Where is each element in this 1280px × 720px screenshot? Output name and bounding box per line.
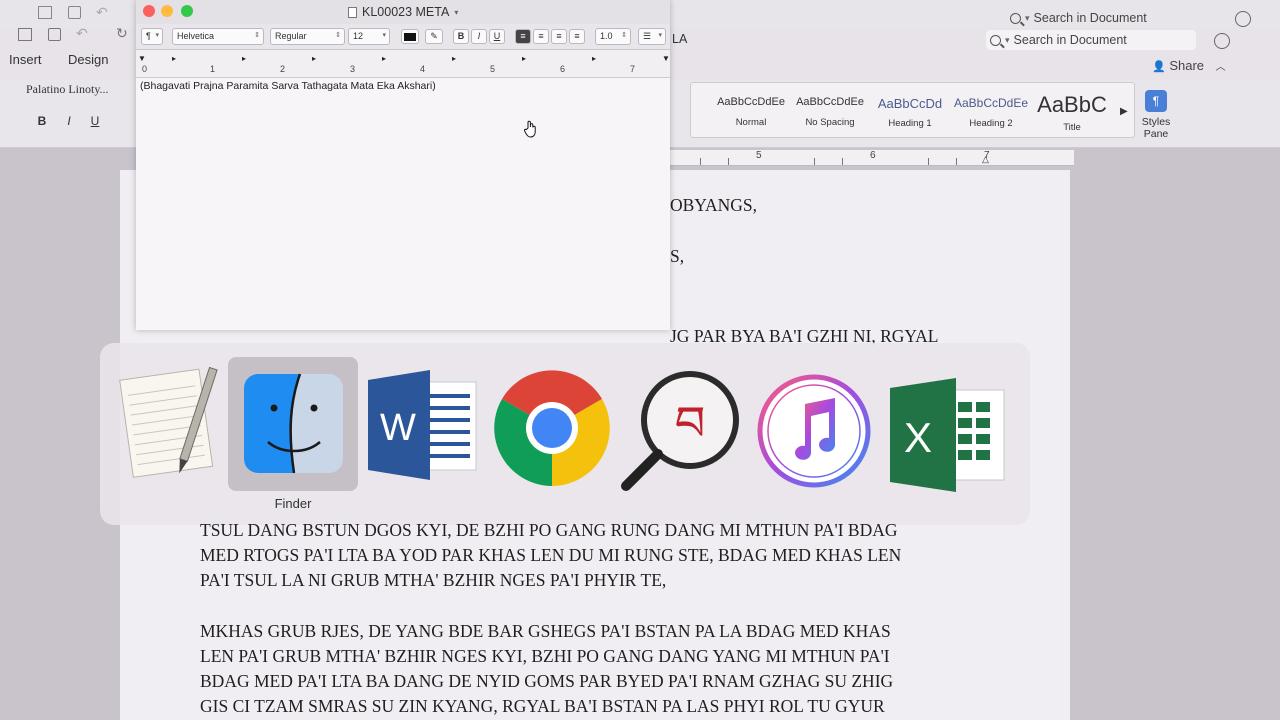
hand-cursor-icon [524,120,536,138]
svg-text:བ: བ [675,396,706,452]
close-button[interactable] [143,5,155,17]
word-icon[interactable]: W [366,370,478,480]
save-icon-2[interactable] [48,28,61,41]
style-heading-2[interactable]: AaBbCcDdEe Heading 2 [951,90,1031,138]
right-margin-marker[interactable]: ▼ [662,54,670,63]
chevron-down-icon-3: ▾ [658,32,662,39]
textedit-window[interactable]: KL00023 META ▾ ¶ ▾ Helvetica ⇕ Regular ⇕… [136,0,670,330]
styles-pane-icon: ¶ [1145,90,1167,112]
textedit-format-bar: ¶ ▾ Helvetica ⇕ Regular ⇕ 12 ▾ ✎ B I U ≡… [136,24,670,50]
word-ruler[interactable]: 5 6 7 △ [670,150,1074,166]
title-chevron-icon[interactable]: ▾ [454,8,458,17]
tab-insert[interactable]: Insert [9,52,42,67]
highlight-color-button[interactable]: ✎ [425,29,443,44]
selected-app-label: Finder [274,496,312,511]
svg-text:W: W [380,407,416,449]
text-color-button[interactable] [401,29,419,44]
doc-fragment-1: OBYANGS, [670,195,758,215]
updown-icon-2: ⇕ [335,32,341,39]
share-person-icon: 👤 [1152,61,1166,73]
list-select[interactable]: ☰ ▾ [638,28,666,45]
share-button[interactable]: 👤 Share ︿ [1152,58,1226,73]
list-icon: ☰ [643,31,652,41]
finder-icon[interactable] [242,372,345,475]
undo-icon[interactable]: ↶ [96,4,108,21]
align-left-button[interactable]: ≡ [515,29,531,44]
doc-line: LEN PA'I GRUB MTHA' BZHIR NGES KYI, BZHI… [200,646,890,666]
italic-button-te[interactable]: I [471,29,487,44]
styles-next-arrow-icon[interactable]: ▶ [1120,106,1128,117]
justify-button[interactable]: ≡ [569,29,585,44]
doc-line: MED RTOGS PA'I LTA BA YOD PAR KHAS LEN D… [200,545,902,565]
sidebar-toggle-icon[interactable] [38,6,52,19]
paragraph-style-select[interactable]: ¶ ▾ [141,28,163,45]
textedit-ruler[interactable]: ▼ ▼ 0 1 2 3 4 5 6 7 ▸ ▸ ▸ ▸ ▸ ▸ ▸ [136,50,670,78]
style-heading-1[interactable]: AaBbCcDd Heading 1 [870,90,950,138]
line-spacing-select[interactable]: 1.0 ⇕ [595,28,631,45]
save-icon[interactable] [68,6,81,19]
doc-line: MKHAS GRUB RJES, DE YANG BDE BAR GSHEGS … [200,621,891,641]
feedback-smiley-icon-2[interactable] [1214,33,1230,49]
font-size-select[interactable]: 12 ▾ [348,28,390,45]
textedit-body[interactable]: (Bhagavati Prajna Paramita Sarva Tathaga… [140,80,436,92]
excel-icon[interactable]: X [888,378,1006,492]
right-indent-marker[interactable]: △ [982,154,989,165]
feedback-smiley-icon[interactable] [1235,11,1251,27]
layout-icon[interactable] [18,28,32,41]
bold-button[interactable]: B [34,114,50,128]
align-right-button[interactable]: ≡ [551,29,567,44]
doc-line: PA'I TSUL LA NI GRUB MTHA' BZHIR NGES PA… [200,570,667,590]
bold-button-te[interactable]: B [453,29,469,44]
search-input-top[interactable]: ▾ Search in Document [1010,8,1147,28]
document-icon [348,6,357,18]
updown-icon-3: ⇕ [621,32,627,39]
chevron-down-icon: ▾ [155,32,159,39]
left-margin-marker[interactable]: ▼ [138,54,146,63]
zoom-button[interactable] [181,5,193,17]
tab-fragment[interactable]: LA [672,32,687,46]
textedit-icon[interactable] [116,362,220,482]
doc-line: TSUL DANG BSTUN DGOS KYI, DE BZHI PO GAN… [200,520,898,540]
styles-pane-button[interactable]: ¶ Styles Pane [1138,90,1174,140]
doc-fragment-2: S, [670,246,685,266]
chrome-icon[interactable] [494,370,610,486]
updown-icon: ⇕ [254,32,260,39]
minimize-button[interactable] [161,5,173,17]
textedit-titlebar[interactable]: KL00023 META ▾ [136,0,670,24]
redo-icon[interactable]: ↻ [116,25,128,42]
tibetan-search-icon[interactable]: བ [620,370,744,492]
search-input[interactable]: ▾ Search in Document [986,30,1196,50]
style-title[interactable]: AaBbC Title [1032,90,1112,138]
undo-icon-2[interactable]: ↶ [76,25,88,42]
style-normal[interactable]: AaBbCcDdEe Normal [711,90,791,138]
search-icon [1010,12,1021,24]
font-style-select[interactable]: Regular ⇕ [270,28,345,45]
doc-line: BDAG MED PA'I LTA BA DANG DE NYID GOMS P… [200,671,894,691]
tab-design[interactable]: Design [68,52,108,67]
underline-button[interactable]: U [87,114,103,128]
search-icon-2 [990,34,1001,46]
collapse-ribbon-icon[interactable]: ︿ [1216,62,1226,73]
font-name-field[interactable]: Palatino Linoty... [26,82,134,102]
window-title: KL00023 META ▾ [348,5,458,19]
align-center-button[interactable]: ≡ [533,29,549,44]
svg-text:X: X [904,414,932,461]
color-swatch-icon [404,33,416,41]
italic-button[interactable]: I [61,114,77,128]
font-family-select[interactable]: Helvetica ⇕ [172,28,264,45]
doc-line: GIS CI TZAM SMRAS SU ZIN KYANG, RGYAL BA… [200,696,885,716]
itunes-icon[interactable] [757,374,871,488]
underline-button-te[interactable]: U [489,29,505,44]
pen-icon: ✎ [430,31,438,41]
chevron-down-icon-2: ▾ [382,32,386,39]
style-no-spacing[interactable]: AaBbCcDdEe No Spacing [790,90,870,138]
